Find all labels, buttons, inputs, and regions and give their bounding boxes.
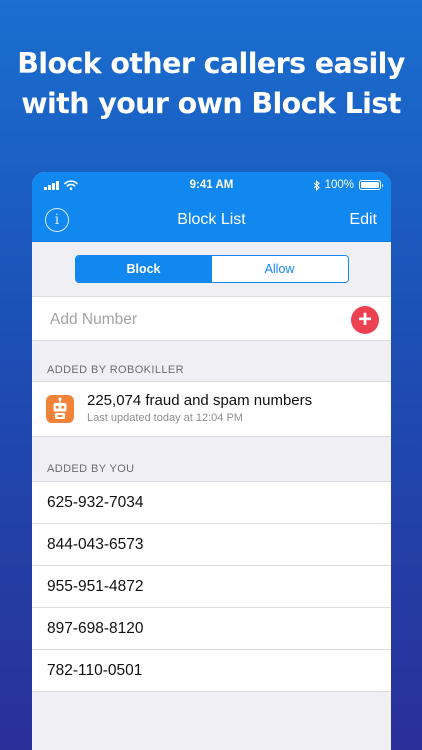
navigation-bar: i Block List Edit — [32, 200, 391, 242]
block-allow-segmented-control: Block Allow — [74, 255, 349, 283]
status-bar: 9:41 AM 100% — [32, 172, 391, 200]
edit-button[interactable]: Edit — [349, 211, 377, 229]
add-number-row[interactable]: Add Number + — [32, 297, 391, 341]
status-right: 100% — [313, 179, 383, 191]
blocked-number-row[interactable]: 782-110-0501 — [32, 650, 391, 692]
add-number-input[interactable]: Add Number — [50, 311, 137, 329]
section-header-robokiller: ADDED BY ROBOKILLER — [32, 341, 391, 382]
blocked-number-row[interactable]: 844-043-6573 — [32, 524, 391, 566]
phone-screen: 9:41 AM 100% i Block List Edit Block All… — [32, 172, 391, 750]
section-header-you: ADDED BY YOU — [32, 437, 391, 482]
battery-icon — [359, 180, 383, 190]
marketing-headline: Block other callers easily with your own… — [0, 44, 422, 124]
battery-fill — [361, 182, 379, 188]
nav-title: Block List — [177, 211, 246, 228]
add-number-button[interactable]: + — [351, 306, 379, 334]
segment-control-area: Block Allow — [32, 242, 391, 297]
bluetooth-icon — [313, 179, 320, 191]
segment-block[interactable]: Block — [75, 256, 212, 282]
robokiller-title: 225,074 fraud and spam numbers — [87, 392, 313, 409]
blocked-number-row[interactable]: 897-698-8120 — [32, 608, 391, 650]
headline-line-2: with your own Block List — [21, 87, 401, 120]
blocked-number-row[interactable]: 955-951-4872 — [32, 566, 391, 608]
robokiller-subtitle: Last updated today at 12:04 PM — [87, 412, 243, 424]
blocked-number-row[interactable]: 625-932-7034 — [32, 482, 391, 524]
segment-allow[interactable]: Allow — [211, 256, 348, 282]
headline-line-1: Block other callers easily — [17, 47, 405, 80]
plus-icon: + — [357, 306, 372, 333]
robot-icon — [46, 395, 74, 423]
robokiller-list-row[interactable]: 225,074 fraud and spam numbers Last upda… — [32, 382, 391, 437]
battery-percentage: 100% — [324, 179, 354, 191]
